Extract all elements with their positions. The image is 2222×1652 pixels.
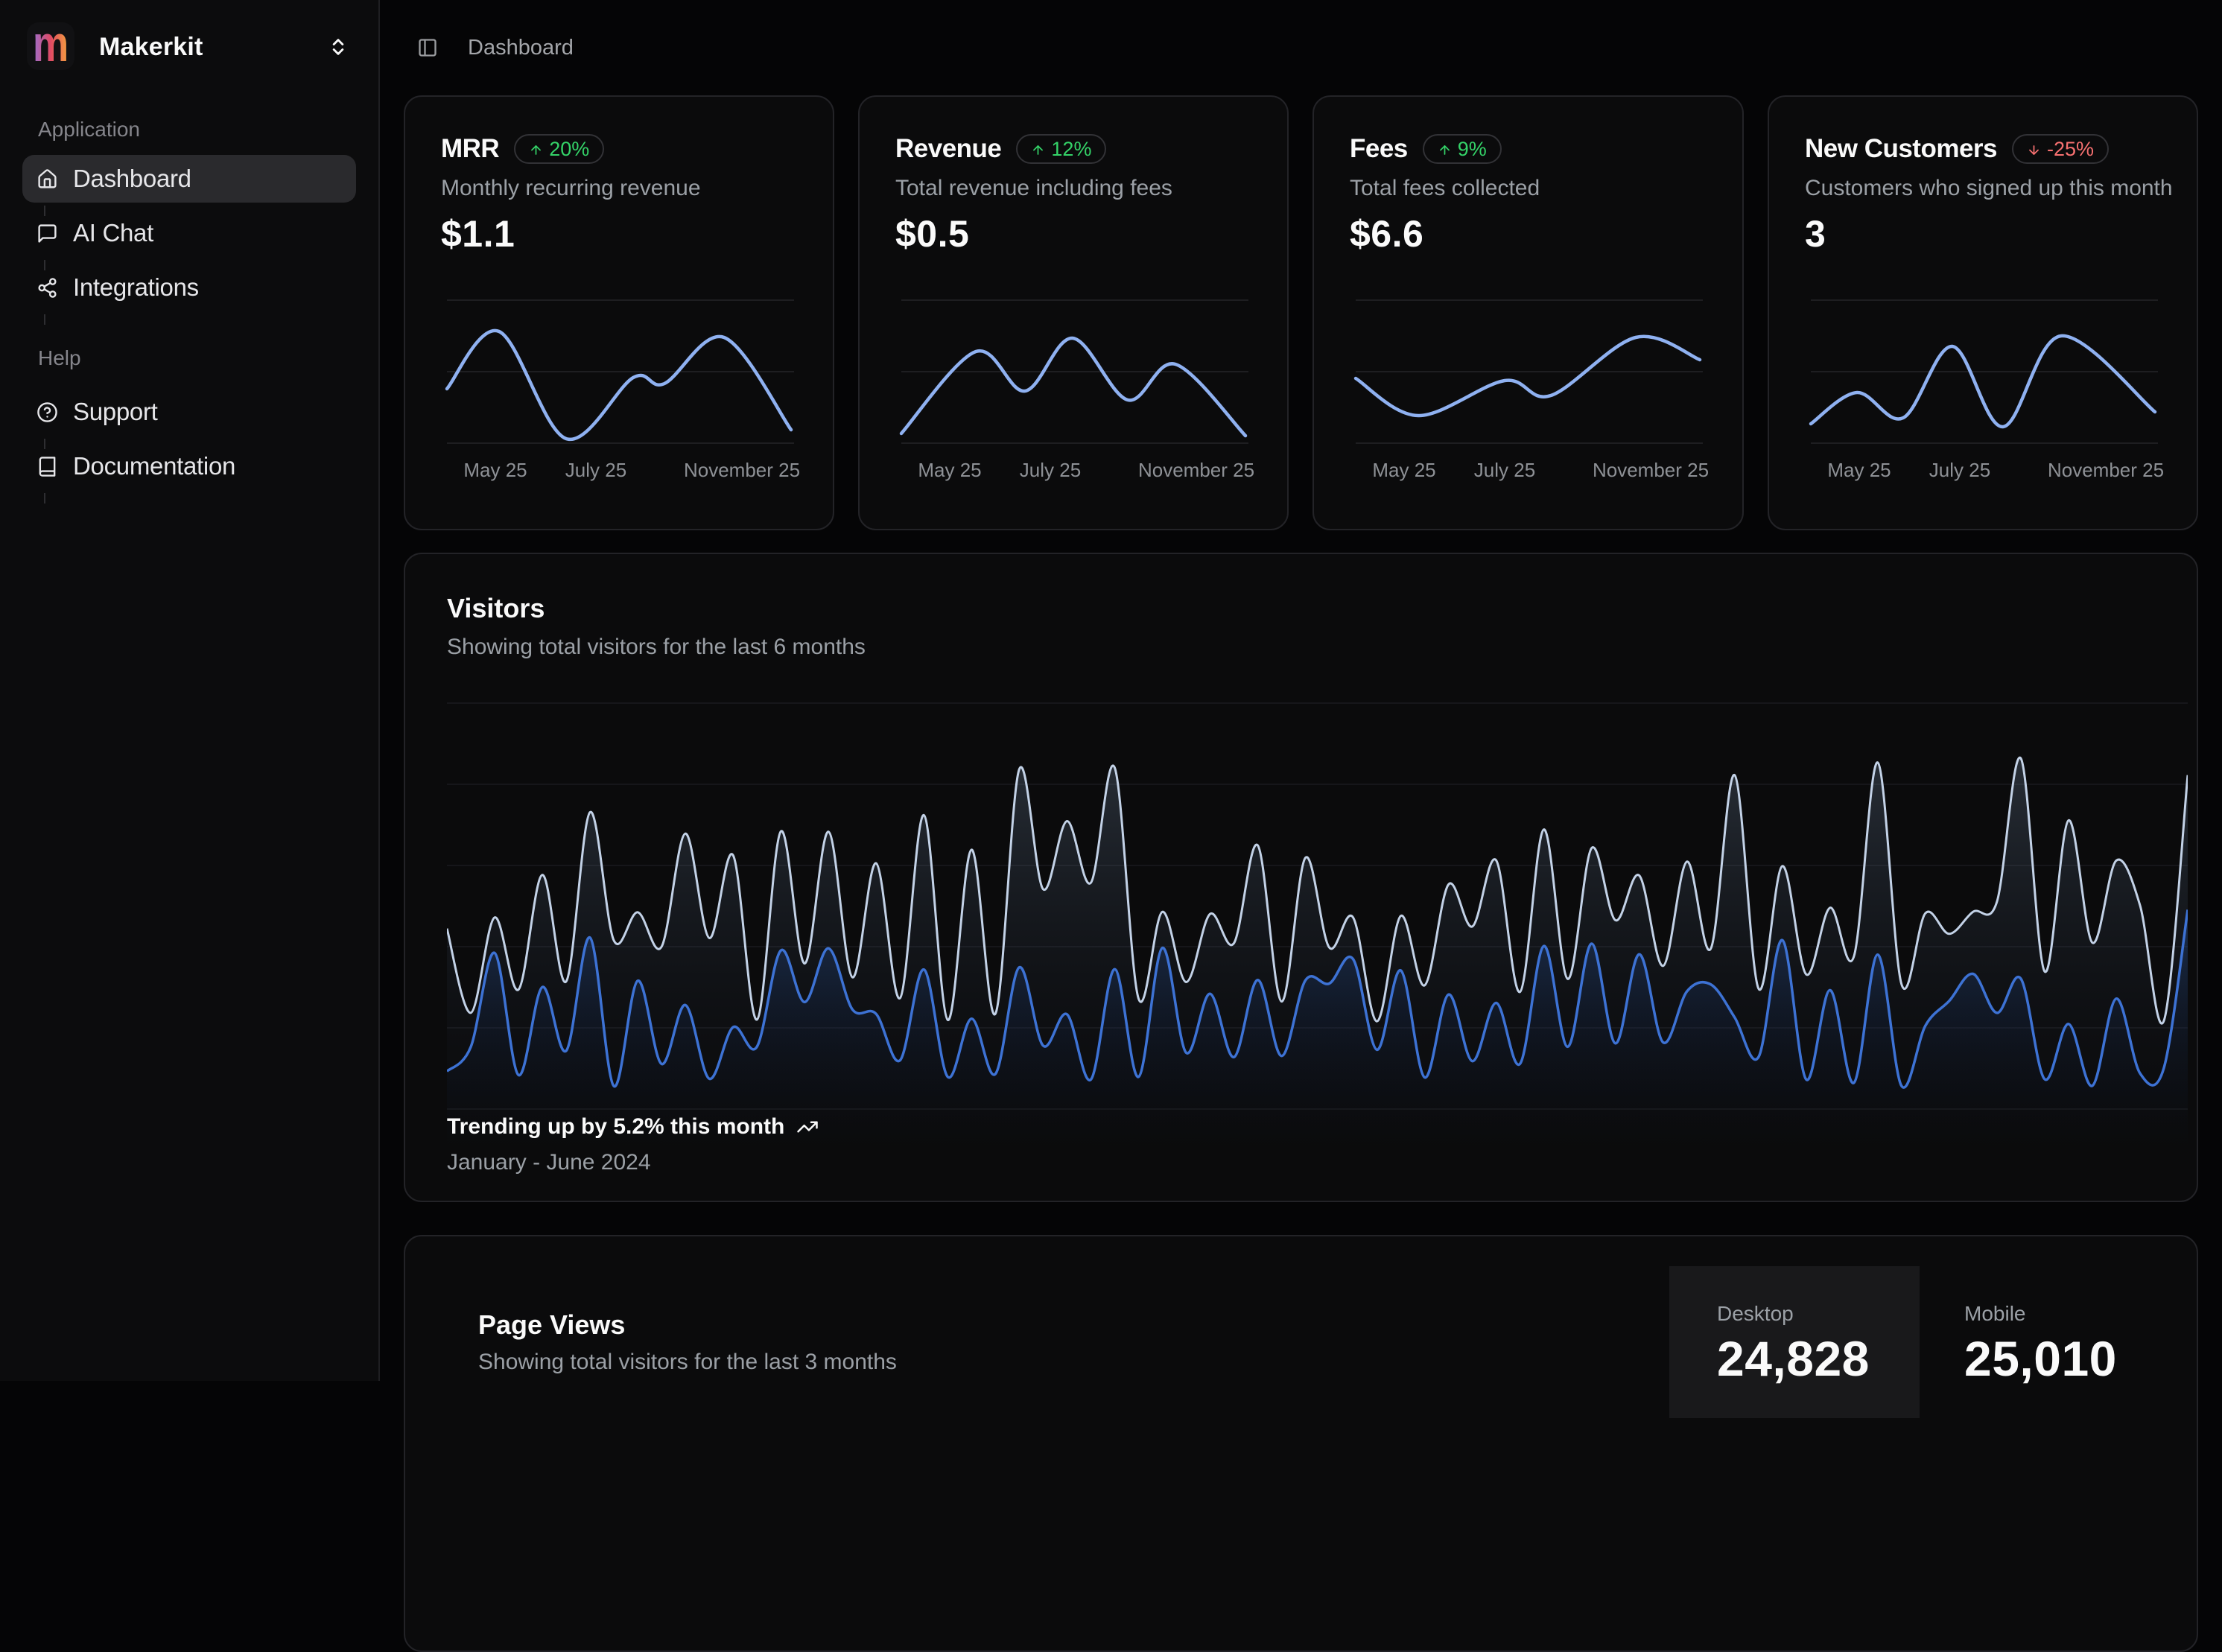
svg-text:m: m bbox=[33, 22, 69, 70]
